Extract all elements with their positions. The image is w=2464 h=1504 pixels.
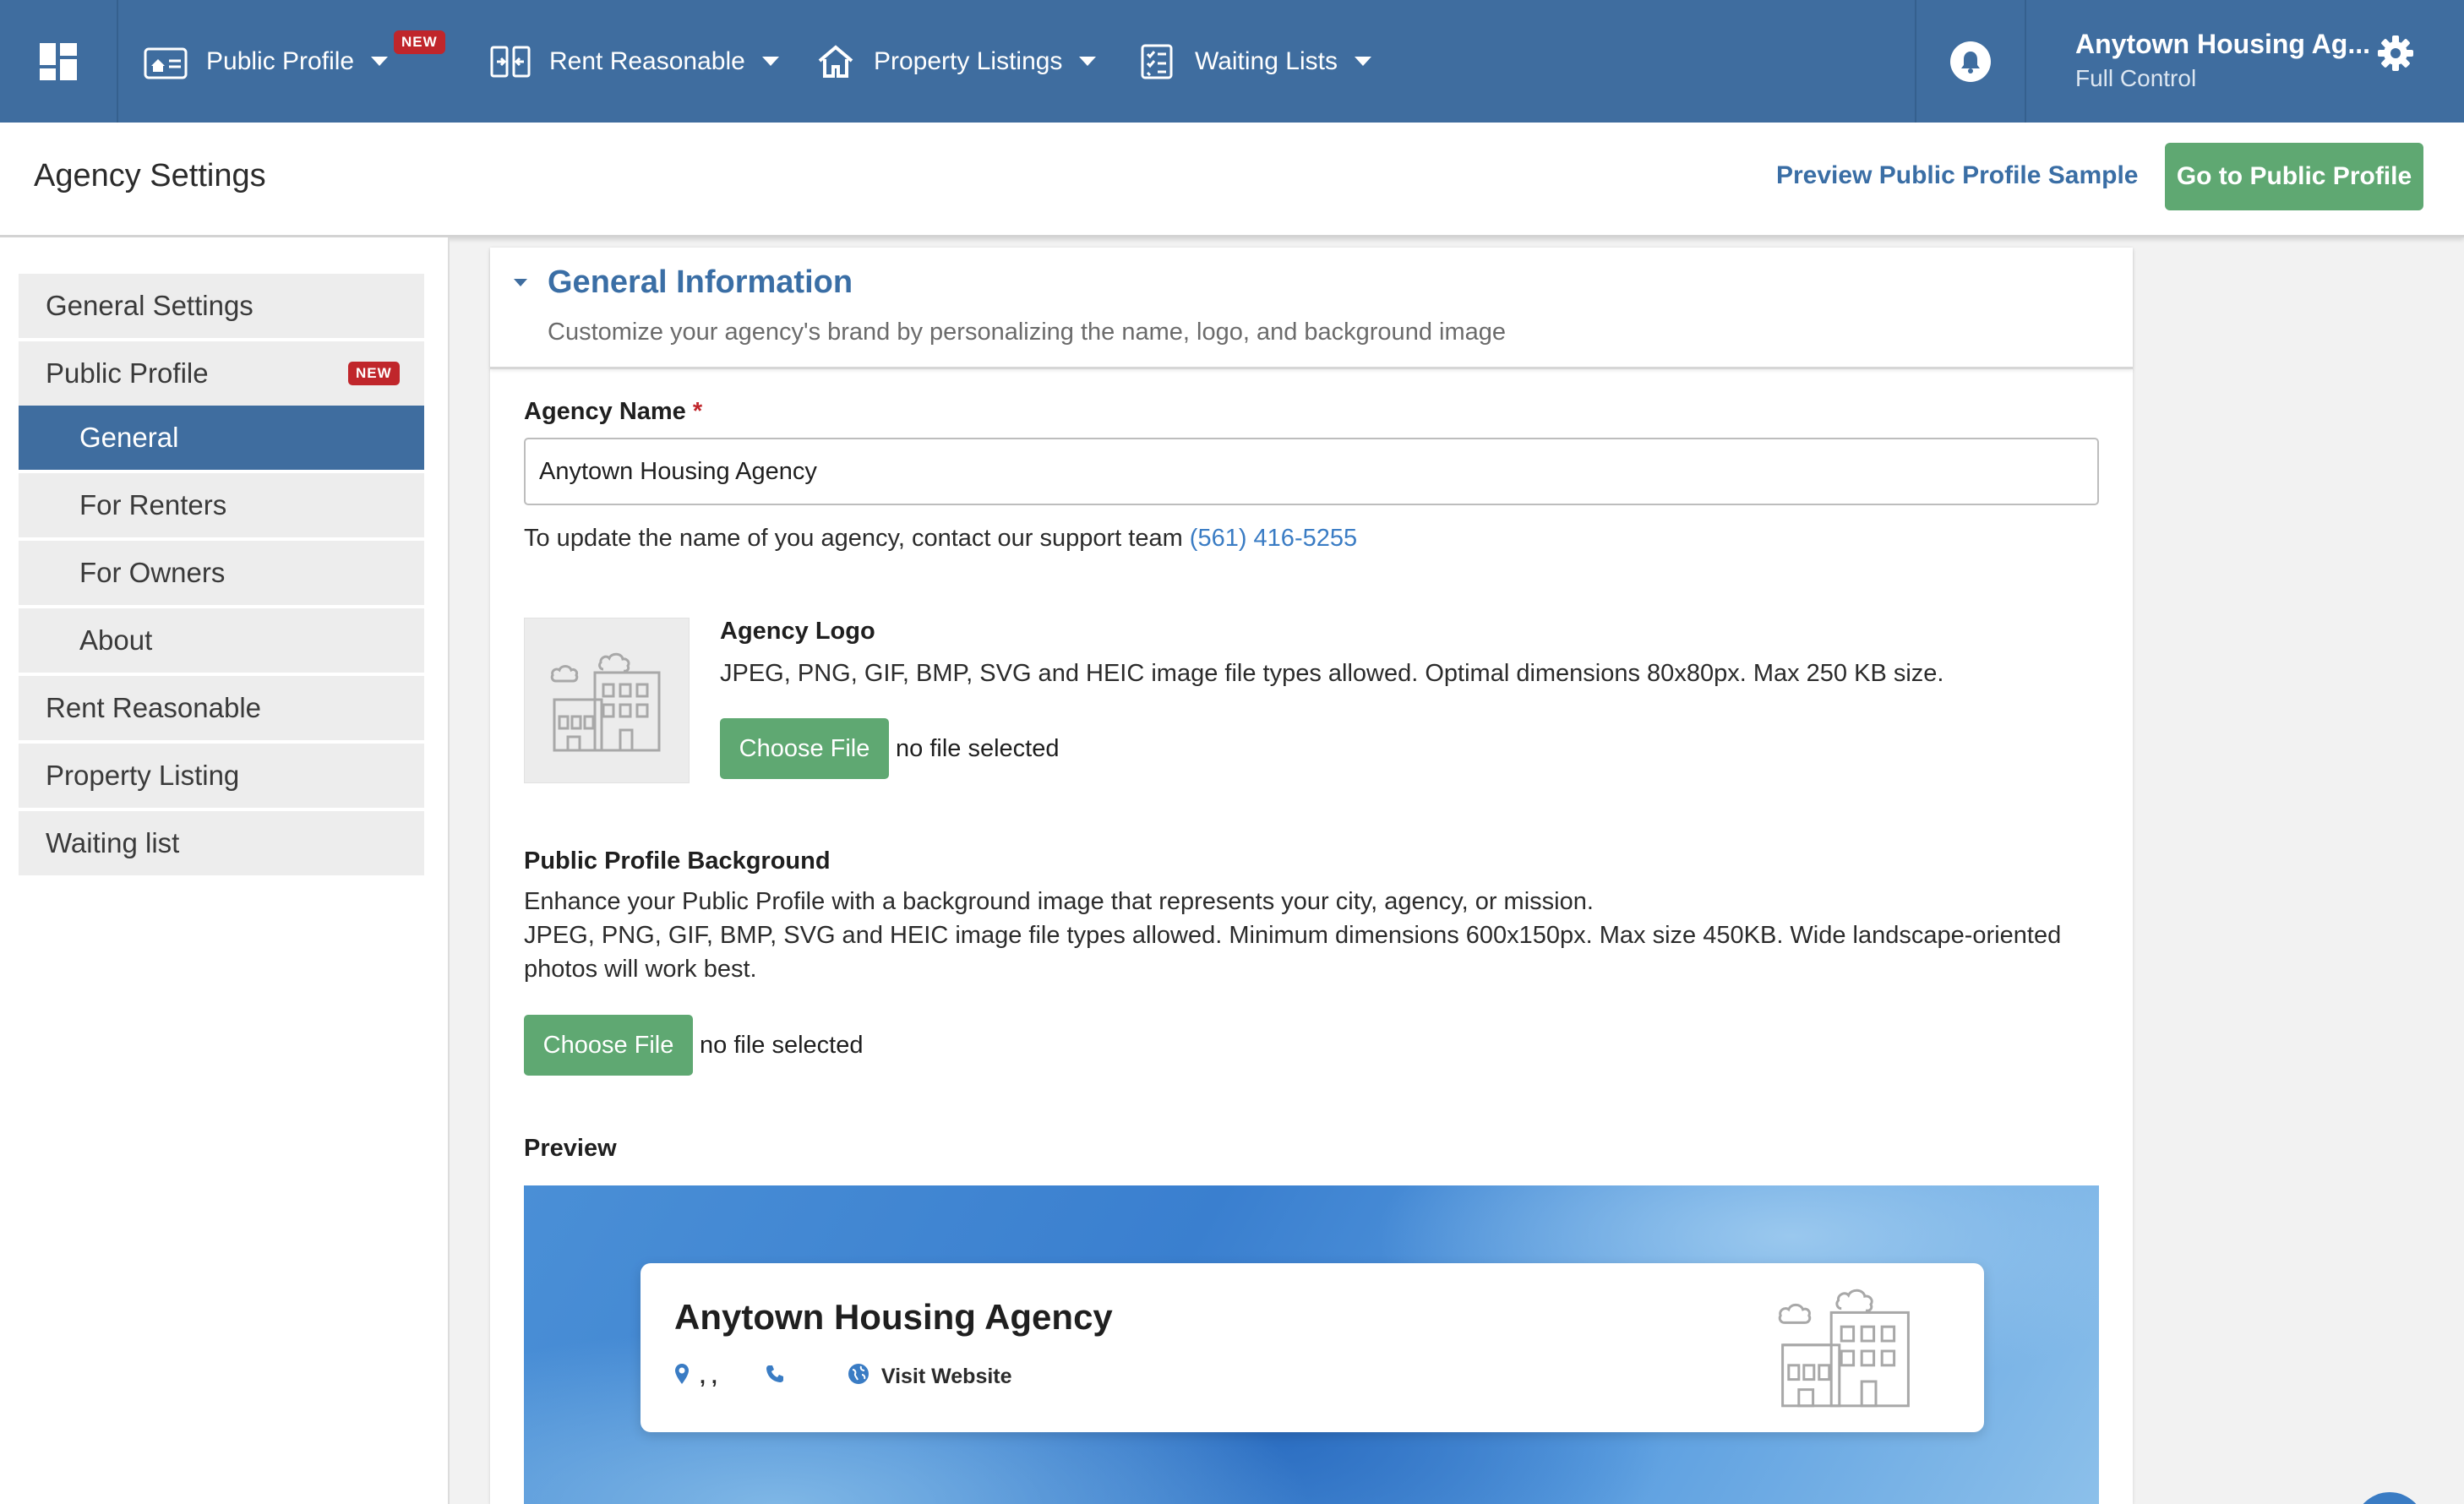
background-file-status: no file selected <box>700 1032 864 1059</box>
chevron-down-icon <box>761 57 779 66</box>
section-header[interactable]: General Information Customize your agenc… <box>490 248 2133 369</box>
sidebar-item-for-renters[interactable]: For Renters <box>19 473 424 537</box>
background-description-2: JPEG, PNG, GIF, BMP, SVG and HEIC image … <box>524 922 2062 949</box>
general-information-card: General Information Customize your agenc… <box>490 248 2133 1504</box>
sidebar-item-for-owners[interactable]: For Owners <box>19 541 424 605</box>
preview-label: Preview <box>524 1135 617 1162</box>
home-icon <box>816 44 855 79</box>
nav-waiting-lists[interactable]: Waiting Lists <box>1139 0 1371 123</box>
logo-file-status: no file selected <box>896 735 1060 762</box>
section-subtitle: Customize your agency's brand by persona… <box>548 319 1506 346</box>
required-asterisk: * <box>692 398 703 425</box>
nav-property-listings[interactable]: Property Listings <box>816 0 1097 123</box>
collapse-caret-icon[interactable] <box>514 279 527 286</box>
background-description-1: Enhance your Public Profile with a backg… <box>524 888 1594 915</box>
sidebar-item-public-profile[interactable]: Public Profile NEW <box>19 341 424 406</box>
agency-name-input[interactable] <box>524 438 2099 505</box>
nav-public-profile[interactable]: Public Profile <box>144 0 389 123</box>
agency-name-label: Agency Name * <box>524 398 702 426</box>
map-pin-icon <box>674 1363 690 1391</box>
page-header: Agency Settings Preview Public Profile S… <box>0 123 2464 237</box>
visit-website-link[interactable]: Visit Website <box>881 1365 1012 1389</box>
sidebar-item-waiting-list[interactable]: Waiting list <box>19 811 424 875</box>
sidebar-item-label: About <box>79 624 153 656</box>
preview-contact-row: , , Visit Website <box>674 1363 1012 1391</box>
globe-icon <box>848 1363 869 1391</box>
bell-icon <box>1950 41 1991 82</box>
sidebar-item-general-settings[interactable]: General Settings <box>19 274 424 338</box>
choose-background-file-button[interactable]: Choose File <box>524 1015 693 1076</box>
notifications-button[interactable] <box>1915 0 2026 123</box>
phone-icon <box>765 1364 785 1390</box>
new-badge: NEW <box>394 30 445 54</box>
nav-public-profile-label: Public Profile <box>206 46 355 75</box>
compare-icon <box>490 44 531 79</box>
sidebar-item-label: Rent Reasonable <box>46 692 262 723</box>
new-badge: NEW <box>348 362 400 385</box>
nav-property-listings-label: Property Listings <box>874 46 1063 75</box>
gear-icon[interactable] <box>2376 34 2415 77</box>
agency-name-help-text: To update the name of you agency, contac… <box>524 525 1183 552</box>
nav-rent-reasonable[interactable]: Rent Reasonable <box>490 0 779 123</box>
checklist-icon <box>1139 42 1176 81</box>
dashboard-grid-icon <box>40 42 77 80</box>
support-phone-link[interactable]: (561) 416-5255 <box>1190 525 1357 552</box>
agency-name-help: To update the name of you agency, contac… <box>524 521 1357 555</box>
agency-logo-description: JPEG, PNG, GIF, BMP, SVG and HEIC image … <box>720 660 1944 687</box>
nav-rent-reasonable-label: Rent Reasonable <box>549 46 745 75</box>
sidebar-item-label: For Renters <box>79 489 227 520</box>
sidebar-item-general[interactable]: General <box>19 406 424 470</box>
preview-public-profile-link[interactable]: Preview Public Profile Sample <box>1776 161 2139 190</box>
sidebar-item-label: For Owners <box>79 557 226 588</box>
chevron-down-icon <box>371 57 389 66</box>
help-chat-button[interactable] <box>2354 1492 2425 1504</box>
background-description-3: photos will work best. <box>524 956 757 983</box>
choose-logo-file-button[interactable]: Choose File <box>720 718 889 779</box>
page-title: Agency Settings <box>34 158 266 193</box>
sidebar-item-label: Property Listing <box>46 760 240 791</box>
sidebar-item-rent-reasonable[interactable]: Rent Reasonable <box>19 676 424 740</box>
user-role: Full Control <box>2075 65 2197 91</box>
sidebar-item-property-listing[interactable]: Property Listing <box>19 744 424 808</box>
sidebar-item-label: General Settings <box>46 290 253 321</box>
section-title: General Information <box>548 264 853 300</box>
profile-card-icon <box>144 44 188 79</box>
dashboard-button[interactable] <box>0 0 118 123</box>
sidebar-item-label: Waiting list <box>46 827 180 858</box>
building-icon <box>1774 1282 1916 1414</box>
public-profile-preview-banner: Anytown Housing Agency , , Visit Website <box>524 1185 2099 1504</box>
nav-waiting-lists-label: Waiting Lists <box>1195 46 1338 75</box>
preview-agency-name: Anytown Housing Agency <box>674 1297 1113 1337</box>
chevron-down-icon <box>1079 57 1097 66</box>
agency-name-label-text: Agency Name <box>524 398 686 425</box>
agency-logo-label: Agency Logo <box>720 618 875 645</box>
sidebar-item-about[interactable]: About <box>19 608 424 673</box>
chevron-down-icon <box>1354 57 1371 66</box>
preview-card: Anytown Housing Agency , , Visit Website <box>641 1263 1984 1432</box>
top-navigation-bar: Public Profile NEW Rent Reasonable Prope… <box>0 0 2464 123</box>
sidebar: General Settings Public Profile NEW Gene… <box>0 237 450 1504</box>
go-to-public-profile-button[interactable]: Go to Public Profile <box>2165 143 2423 210</box>
sidebar-item-label: Public Profile <box>46 357 209 389</box>
background-label: Public Profile Background <box>524 847 831 875</box>
building-icon <box>550 652 661 752</box>
user-menu[interactable]: Anytown Housing Ag... Full Control <box>2075 29 2370 92</box>
sidebar-item-label: General <box>79 422 179 453</box>
agency-name: Anytown Housing Ag... <box>2075 29 2370 59</box>
agency-logo-placeholder <box>524 618 690 783</box>
preview-address: , , <box>700 1365 717 1388</box>
